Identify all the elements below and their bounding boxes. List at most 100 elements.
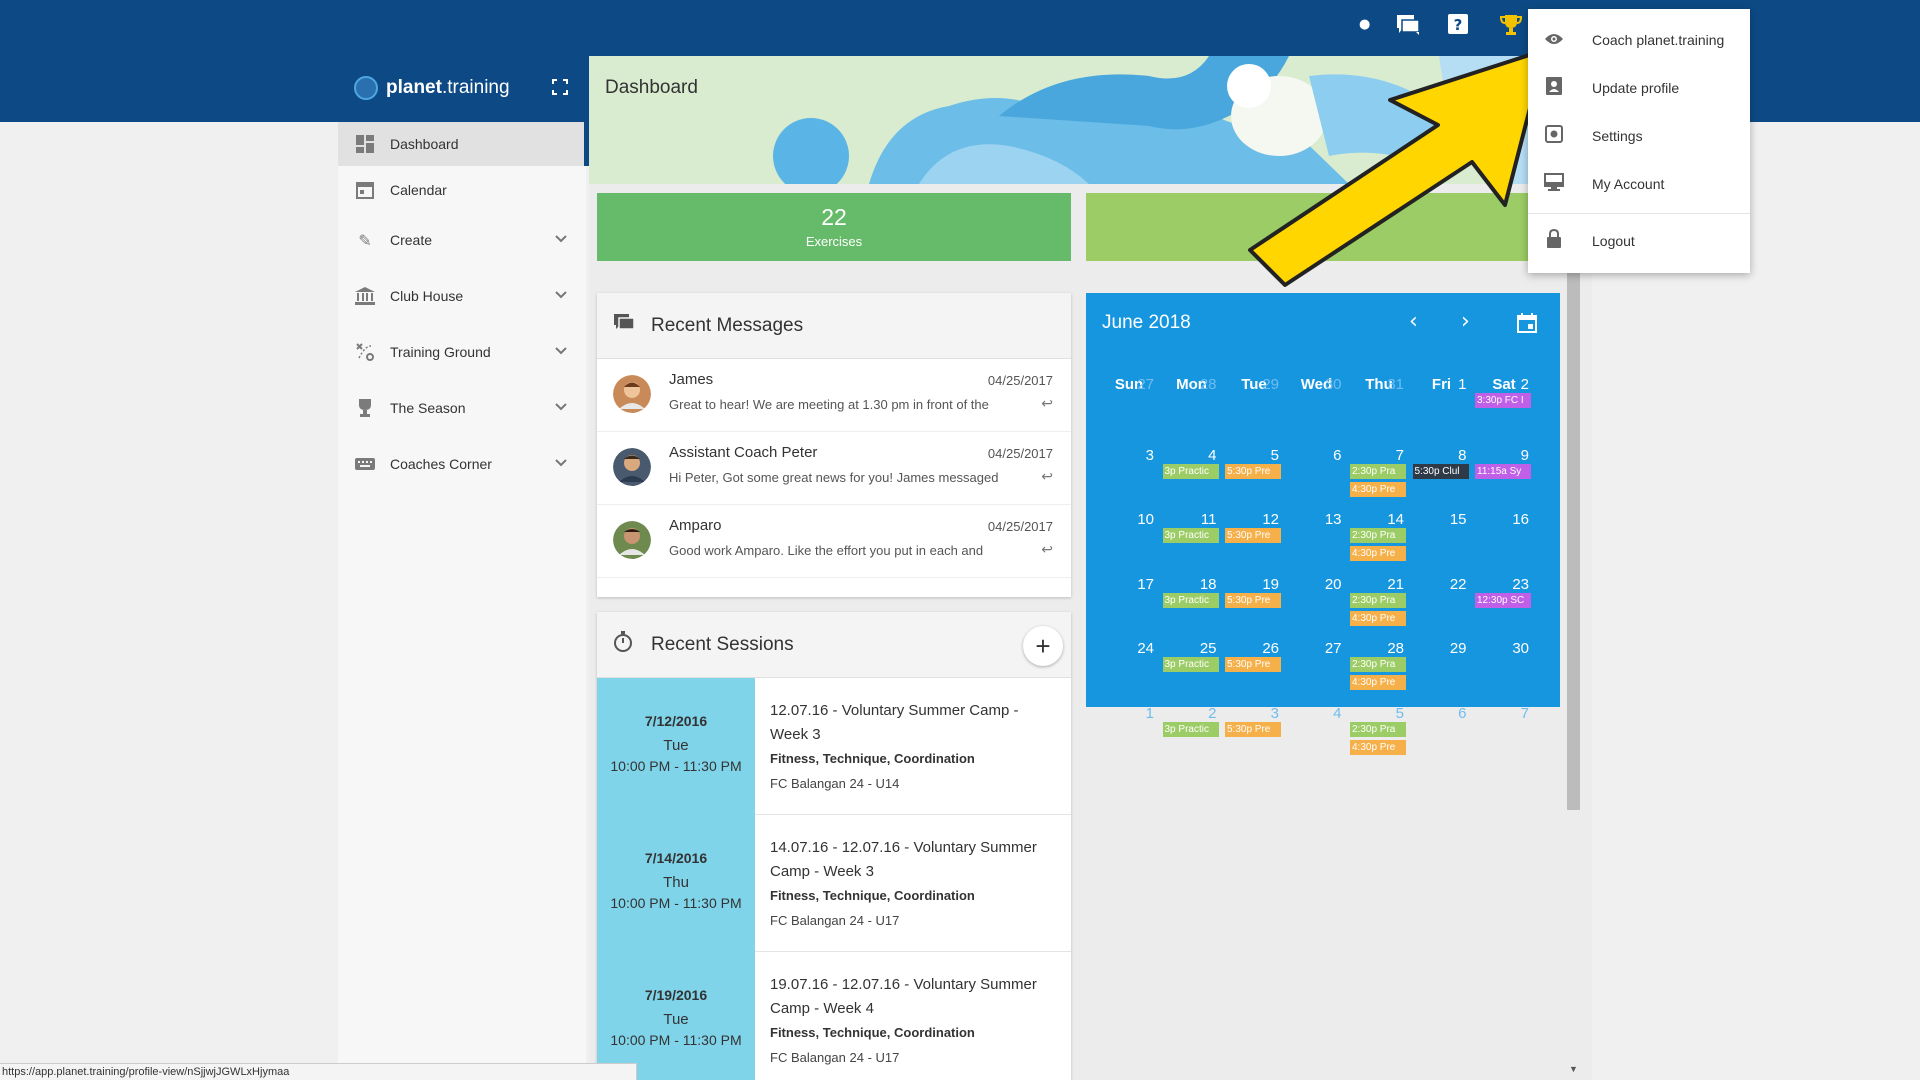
calendar-day-number[interactable]: 7 — [1469, 705, 1529, 722]
status-dot-icon[interactable]: ● — [1359, 17, 1370, 32]
calendar-day-number[interactable]: 3 — [1219, 705, 1279, 722]
calendar-day-number[interactable]: 18 — [1157, 576, 1217, 593]
calendar-day-number[interactable]: 27 — [1094, 376, 1154, 393]
calendar-day-number[interactable]: 9 — [1469, 447, 1529, 464]
calendar-day-number[interactable]: 2 — [1469, 376, 1529, 393]
calendar-day-number[interactable]: 29 — [1407, 640, 1467, 657]
calendar-day-number[interactable]: 10 — [1094, 511, 1154, 528]
menu-item-my-account[interactable]: My Account — [1528, 160, 1750, 208]
calendar-event[interactable]: 3:30p FC I — [1475, 393, 1531, 408]
message-item[interactable]: James 04/25/2017 Great to hear! We are m… — [597, 359, 1071, 432]
calendar-day-number[interactable]: 21 — [1344, 576, 1404, 593]
calendar-event[interactable]: 4:30p Pre — [1350, 739, 1406, 755]
calendar-day-number[interactable]: 8 — [1407, 447, 1466, 464]
session-item[interactable]: 7/12/2016 Tue 10:00 PM - 11:30 PM 12.07.… — [597, 678, 1071, 815]
exercises-stat[interactable]: 22 Exercises — [597, 193, 1071, 261]
calendar-day-number[interactable]: 13 — [1282, 511, 1342, 528]
reply-icon[interactable]: ↩ — [1041, 396, 1053, 412]
calendar-day-number[interactable]: 24 — [1094, 640, 1154, 657]
calendar-day-number[interactable]: 28 — [1157, 376, 1217, 393]
calendar-day-number[interactable]: 30 — [1469, 640, 1529, 657]
calendar-day-number[interactable]: 6 — [1407, 705, 1466, 722]
chat-icon[interactable] — [1396, 14, 1420, 41]
calendar-event[interactable]: 2:30p Pra — [1350, 657, 1406, 672]
calendar-day-number[interactable]: 27 — [1282, 640, 1342, 657]
calendar-day-number[interactable]: 26 — [1219, 640, 1279, 657]
calendar-day-number[interactable]: 20 — [1282, 576, 1342, 593]
calendar-event[interactable]: 11:15a Sy — [1475, 463, 1531, 479]
calendar-day-number[interactable]: 31 — [1344, 376, 1404, 393]
calendar-day-number[interactable]: 17 — [1094, 576, 1154, 593]
calendar-day-number[interactable]: 30 — [1282, 376, 1342, 393]
calendar-day-number[interactable]: 7 — [1344, 447, 1404, 464]
calendar-day-number[interactable]: 4 — [1157, 447, 1216, 464]
scroll-down-icon[interactable]: ▼ — [1569, 1064, 1578, 1074]
calendar-event[interactable]: 5:30p Pre — [1225, 657, 1281, 672]
calendar-event[interactable]: 3p Practic — [1162, 721, 1219, 737]
calendar-event[interactable]: 5:30p Pre — [1225, 463, 1281, 479]
chevron-left-icon[interactable]: ‹ — [1409, 309, 1418, 334]
calendar-event[interactable]: 5:30p Pre — [1225, 528, 1281, 543]
sidebar-item-create[interactable]: ✎ Create — [338, 218, 586, 262]
menu-item-logout[interactable]: Logout — [1528, 217, 1750, 265]
sidebar-item-dashboard[interactable]: Dashboard — [338, 122, 586, 166]
fullscreen-icon[interactable] — [552, 79, 568, 95]
calendar-day-number[interactable]: 12 — [1219, 511, 1279, 528]
scrollbar[interactable] — [1567, 218, 1580, 810]
sidebar-item-the-season[interactable]: The Season — [338, 386, 586, 430]
calendar-day-number[interactable]: 14 — [1344, 511, 1404, 528]
calendar-day-number[interactable]: 19 — [1219, 576, 1279, 593]
calendar-event[interactable]: 2:30p Pra — [1350, 592, 1406, 608]
add-session-button[interactable]: + — [1023, 626, 1063, 666]
session-item[interactable]: 7/14/2016 Thu 10:00 PM - 11:30 PM 14.07.… — [597, 815, 1071, 952]
calendar-today-icon[interactable] — [1517, 313, 1537, 339]
calendar-day-number[interactable]: 1 — [1407, 376, 1466, 393]
calendar-day-number[interactable]: 11 — [1157, 511, 1217, 528]
calendar-event[interactable]: 4:30p Pre — [1350, 610, 1406, 626]
reply-icon[interactable]: ↩ — [1041, 542, 1053, 558]
calendar-day-number[interactable]: 3 — [1094, 447, 1154, 464]
calendar-event[interactable]: 3p Practic — [1162, 657, 1219, 672]
calendar-event[interactable]: 12:30p SC — [1475, 592, 1531, 608]
brand-logo[interactable]: planet .training — [354, 76, 510, 100]
calendar-day-number[interactable]: 5 — [1219, 447, 1279, 464]
calendar-day-number[interactable]: 28 — [1344, 640, 1404, 657]
calendar-day-number[interactable]: 22 — [1407, 576, 1467, 593]
sidebar-item-training-ground[interactable]: Training Ground — [338, 330, 586, 374]
calendar-event[interactable]: 4:30p Pre — [1350, 481, 1406, 497]
reply-icon[interactable]: ↩ — [1041, 469, 1053, 485]
help-icon[interactable]: ? — [1448, 14, 1468, 41]
calendar-day-number[interactable]: 15 — [1407, 511, 1467, 528]
sidebar-item-coaches-corner[interactable]: Coaches Corner — [338, 442, 586, 486]
message-item[interactable]: Assistant Coach Peter 04/25/2017 Hi Pete… — [597, 432, 1071, 505]
calendar-event[interactable]: 3p Practic — [1162, 463, 1219, 479]
calendar-event[interactable]: 2:30p Pra — [1350, 528, 1406, 543]
menu-item-update-profile[interactable]: Update profile — [1528, 64, 1750, 112]
menu-item-settings[interactable]: Settings — [1528, 112, 1750, 160]
calendar-event[interactable]: 3p Practic — [1162, 592, 1219, 608]
calendar-event[interactable]: 2:30p Pra — [1350, 463, 1406, 479]
menu-item-coach[interactable]: Coach planet.training — [1528, 16, 1750, 64]
calendar-event[interactable]: 5:30p Pre — [1225, 592, 1281, 608]
chevron-right-icon[interactable]: › — [1461, 309, 1470, 334]
calendar-day-number[interactable]: 1 — [1094, 705, 1154, 722]
sidebar-item-calendar[interactable]: Calendar — [338, 168, 586, 212]
calendar-event[interactable]: 5:30p Pre — [1225, 721, 1281, 737]
calendar-day-number[interactable]: 16 — [1469, 511, 1529, 528]
trophy-icon[interactable] — [1499, 14, 1523, 41]
calendar-event[interactable]: 4:30p Pre — [1350, 546, 1406, 561]
calendar-day-number[interactable]: 5 — [1344, 705, 1404, 722]
session-item[interactable]: 7/19/2016 Tue 10:00 PM - 11:30 PM 19.07.… — [597, 952, 1071, 1080]
calendar-day-number[interactable]: 4 — [1282, 705, 1341, 722]
calendar-day-number[interactable]: 2 — [1157, 705, 1216, 722]
calendar-event[interactable]: 4:30p Pre — [1350, 675, 1406, 690]
calendar-event[interactable]: 5:30p Clul — [1412, 463, 1469, 479]
calendar-event[interactable]: 3p Practic — [1162, 528, 1219, 543]
calendar-day-number[interactable]: 23 — [1469, 576, 1529, 593]
calendar-day-number[interactable]: 6 — [1282, 447, 1341, 464]
message-item[interactable]: Amparo 04/25/2017 Good work Amparo. Like… — [597, 505, 1071, 578]
calendar-day-number[interactable]: 29 — [1219, 376, 1279, 393]
calendar-day-number[interactable]: 25 — [1157, 640, 1217, 657]
sidebar-item-club-house[interactable]: Club House — [338, 274, 586, 318]
calendar-event[interactable]: 2:30p Pra — [1350, 721, 1406, 737]
